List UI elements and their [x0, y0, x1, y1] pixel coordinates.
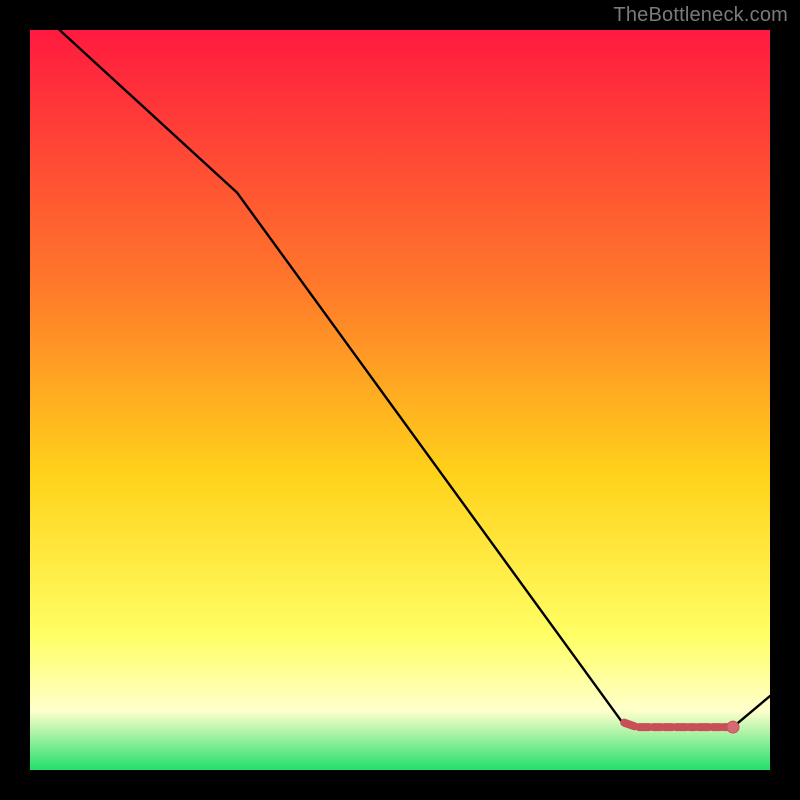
- gradient-background: [30, 30, 770, 770]
- end-dot-marker: [727, 721, 739, 733]
- watermark-text: TheBottleneck.com: [613, 4, 788, 27]
- plot-area: [30, 30, 770, 770]
- marker-dash: [624, 723, 634, 727]
- marker-dash-group: [624, 723, 731, 727]
- chart-stage: TheBottleneck.com: [0, 0, 800, 800]
- chart-svg: [30, 30, 770, 770]
